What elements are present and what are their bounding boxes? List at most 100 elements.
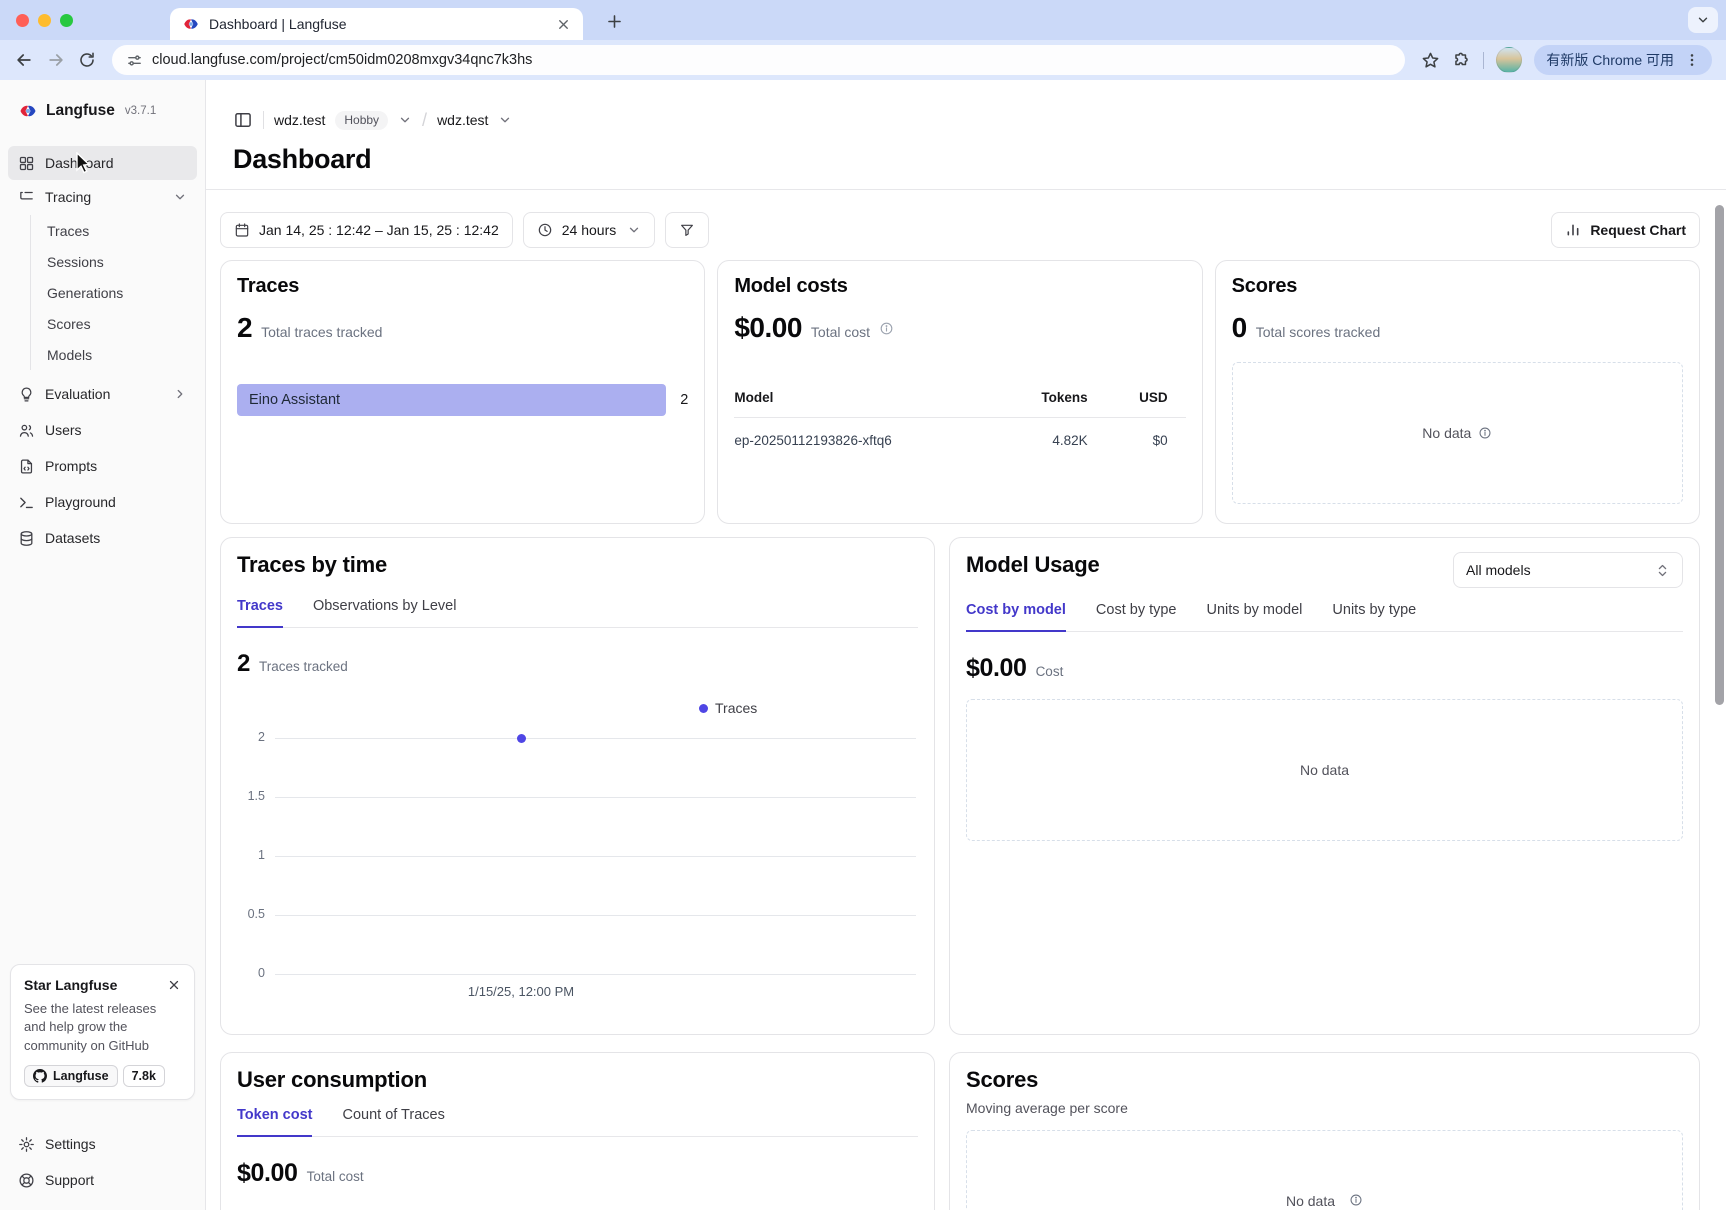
chart-legend[interactable]: Traces <box>699 700 757 716</box>
trace-name-bar[interactable]: Eino Assistant <box>237 384 666 416</box>
breadcrumb-org[interactable]: wdz.test <box>274 112 325 128</box>
profile-avatar[interactable] <box>1496 47 1522 73</box>
sidebar-item-datasets[interactable]: Datasets <box>8 520 197 556</box>
tab-cost-by-type[interactable]: Cost by type <box>1096 602 1177 631</box>
usd-cell: $0 <box>1088 433 1168 448</box>
browser-menu-icon[interactable] <box>1684 52 1700 68</box>
back-icon[interactable] <box>14 50 34 70</box>
reload-icon[interactable] <box>78 51 96 69</box>
chevron-down-icon <box>627 223 641 237</box>
sidebar-item-models[interactable]: Models <box>43 339 197 370</box>
url-bar[interactable]: cloud.langfuse.com/project/cm50idm0208mx… <box>112 45 1405 75</box>
sidebar-item-scores[interactable]: Scores <box>43 308 197 339</box>
close-window-button[interactable] <box>16 14 29 27</box>
brand[interactable]: Langfuse v3.7.1 <box>8 96 197 126</box>
github-repo-button[interactable]: Langfuse <box>24 1065 118 1087</box>
minimize-window-button[interactable] <box>38 14 51 27</box>
tab-units-by-model[interactable]: Units by model <box>1207 602 1303 631</box>
sidebar-item-label: Scores <box>47 316 193 332</box>
star-card-title: Star Langfuse <box>24 977 117 993</box>
new-tab-button[interactable] <box>603 10 625 32</box>
sidebar-item-evaluation[interactable]: Evaluation <box>8 376 197 412</box>
tab-token-cost[interactable]: Token cost <box>237 1107 312 1137</box>
traces-card: Traces 2 Total traces tracked Eino Assis… <box>220 260 705 524</box>
extensions-icon[interactable] <box>1452 51 1471 70</box>
model-filter-select[interactable]: All models <box>1453 552 1683 588</box>
sidebar-item-label: Datasets <box>45 530 187 546</box>
url-text[interactable]: cloud.langfuse.com/project/cm50idm0208mx… <box>152 52 532 68</box>
sidebar-item-support[interactable]: Support <box>8 1162 197 1198</box>
no-data-label: No data <box>1422 425 1471 441</box>
forward-icon[interactable] <box>46 50 66 70</box>
col-header-tokens: Tokens <box>978 390 1088 405</box>
tab-count-of-traces[interactable]: Count of Traces <box>342 1107 444 1136</box>
trace-name-row[interactable]: Eino Assistant 2 <box>237 384 688 416</box>
chevrons-up-down-icon <box>1655 563 1670 578</box>
sidebar-item-dashboard[interactable]: Dashboard <box>8 146 197 180</box>
github-repo-label: Langfuse <box>53 1069 109 1083</box>
tab-close-icon[interactable] <box>556 17 571 32</box>
scores-total-value: 0 <box>1232 312 1247 344</box>
sidebar-item-playground[interactable]: Playground <box>8 484 197 520</box>
tab-observations-by-level[interactable]: Observations by Level <box>313 598 456 627</box>
model-usage-tabs: Cost by model Cost by type Units by mode… <box>966 602 1683 632</box>
browser-tab[interactable]: Dashboard | Langfuse <box>170 8 583 40</box>
zoom-window-button[interactable] <box>60 14 73 27</box>
breadcrumb-divider <box>263 111 264 129</box>
gridline <box>275 915 916 916</box>
traces-total-caption: Total traces tracked <box>261 324 382 340</box>
gridline <box>275 974 916 975</box>
close-icon[interactable] <box>167 978 181 992</box>
sidebar-item-label: Models <box>47 347 193 363</box>
sidebar-item-label: Sessions <box>47 254 193 270</box>
page-scrollbar[interactable] <box>1715 205 1724 705</box>
sidebar-item-users[interactable]: Users <box>8 412 197 448</box>
y-tick: 0 <box>237 966 265 980</box>
brand-version: v3.7.1 <box>125 105 156 117</box>
panel-left-toggle-icon[interactable] <box>233 110 253 130</box>
tab-units-by-type[interactable]: Units by type <box>1332 602 1416 631</box>
traces-by-time-tabs: Traces Observations by Level <box>237 598 918 628</box>
traces-line-chart: Traces 2 1.5 1 0.5 0 <box>237 694 918 1014</box>
sidebar-item-traces[interactable]: Traces <box>43 215 197 246</box>
data-point[interactable] <box>517 734 526 743</box>
time-preset-dropdown[interactable]: 24 hours <box>523 212 655 248</box>
bookmark-star-icon[interactable] <box>1421 51 1440 70</box>
y-tick: 2 <box>237 730 265 744</box>
info-icon[interactable] <box>1349 1193 1363 1207</box>
sidebar-item-prompts[interactable]: Prompts <box>8 448 197 484</box>
chevron-down-icon[interactable] <box>398 113 412 127</box>
life-buoy-icon <box>18 1172 35 1189</box>
table-row[interactable]: ep-20250112193826-xftq6 4.82K $0 <box>734 418 1185 448</box>
users-icon <box>18 422 35 439</box>
tab-search-chevron-icon[interactable] <box>1688 7 1718 33</box>
model-costs-card: Model costs $0.00 Total cost Model Toke <box>717 260 1202 524</box>
tab-traces[interactable]: Traces <box>237 598 283 628</box>
toolbar-divider <box>1483 52 1484 69</box>
macos-traffic-lights[interactable] <box>16 14 73 27</box>
star-langfuse-card: Star Langfuse See the latest releases an… <box>10 964 195 1100</box>
chevron-down-icon[interactable] <box>498 113 512 127</box>
sidebar-item-generations[interactable]: Generations <box>43 277 197 308</box>
model-filter-value: All models <box>1466 562 1531 578</box>
sidebar-item-tracing[interactable]: Tracing <box>8 180 197 214</box>
filter-button[interactable] <box>665 212 709 248</box>
date-range-picker[interactable]: Jan 14, 25 : 12:42 – Jan 15, 25 : 12:42 <box>220 212 513 248</box>
info-icon[interactable] <box>1478 426 1492 440</box>
request-chart-button[interactable]: Request Chart <box>1551 212 1700 248</box>
sidebar-item-settings[interactable]: Settings <box>8 1126 197 1162</box>
clock-icon <box>537 222 553 238</box>
info-icon[interactable] <box>879 321 894 336</box>
scores-average-title: Scores <box>966 1067 1683 1093</box>
site-settings-icon[interactable] <box>126 52 143 69</box>
traces-by-time-title: Traces by time <box>237 552 918 578</box>
dashboard-grid-icon <box>18 155 35 172</box>
date-range-label: Jan 14, 25 : 12:42 – Jan 15, 25 : 12:42 <box>259 222 499 238</box>
breadcrumb-project[interactable]: wdz.test <box>437 112 488 128</box>
github-star-count[interactable]: 7.8k <box>123 1065 165 1087</box>
gridline <box>275 738 916 739</box>
sidebar-item-sessions[interactable]: Sessions <box>43 246 197 277</box>
tab-cost-by-model[interactable]: Cost by model <box>966 602 1066 632</box>
chrome-update-button[interactable]: 有新版 Chrome 可用 <box>1534 45 1712 75</box>
sidebar-item-label: Evaluation <box>45 386 163 402</box>
